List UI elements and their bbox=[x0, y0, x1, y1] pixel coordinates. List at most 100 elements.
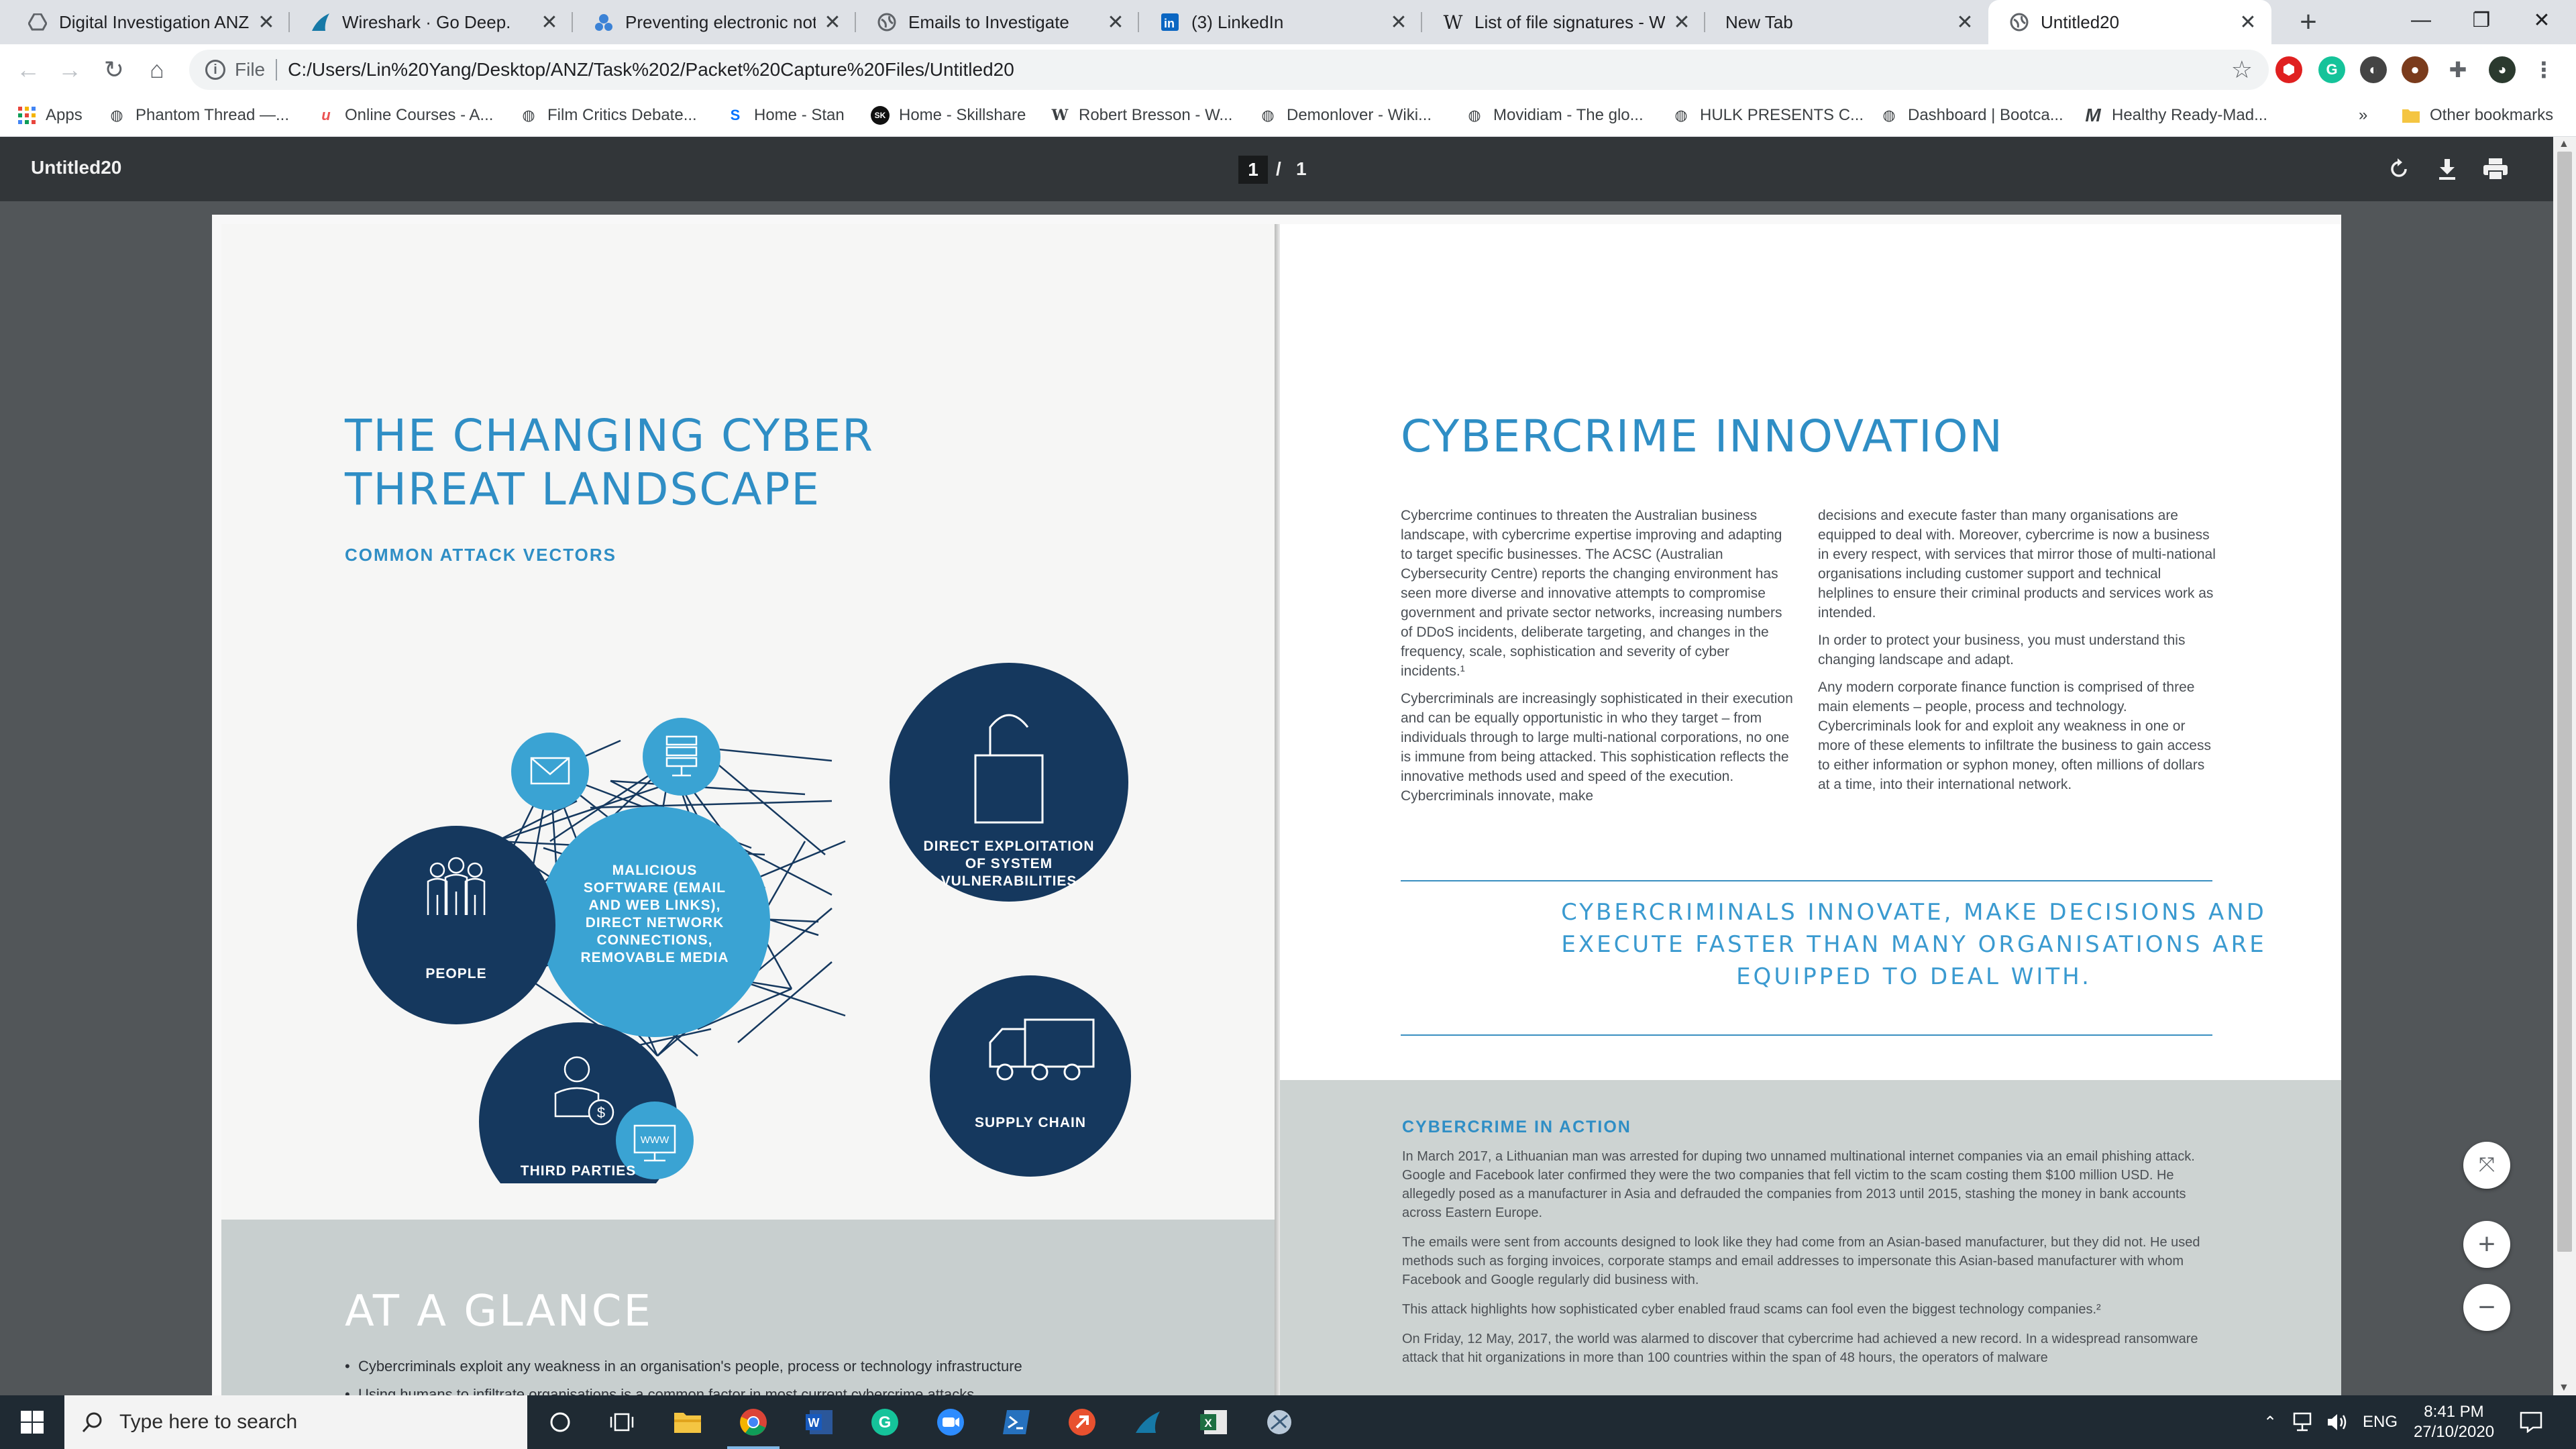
word-icon[interactable]: W bbox=[786, 1395, 852, 1449]
at-a-glance-panel: AT A GLANCE • Cybercriminals exploit any… bbox=[221, 1220, 1276, 1395]
bookmark-label: HULK PRESENTS C... bbox=[1700, 106, 1864, 124]
rotate-icon[interactable] bbox=[2383, 153, 2415, 185]
new-tab-button[interactable]: + bbox=[2293, 5, 2324, 38]
tab-preventing-notifications[interactable]: Preventing electronic notific ✕ bbox=[573, 0, 856, 44]
file-explorer-icon[interactable] bbox=[655, 1395, 720, 1449]
omnibox-divider bbox=[276, 59, 278, 80]
download-icon[interactable] bbox=[2431, 153, 2463, 185]
scrollbar-thumb[interactable] bbox=[2557, 152, 2572, 1252]
restore-button[interactable]: ❐ bbox=[2451, 0, 2512, 40]
scroll-down-arrow-icon[interactable]: ▼ bbox=[2559, 1382, 2569, 1394]
adblock-icon[interactable]: ⬢ bbox=[2275, 56, 2302, 83]
notifications-icon[interactable] bbox=[2520, 1395, 2542, 1449]
tab-emails-to-investigate[interactable]: Emails to Investigate ✕ bbox=[856, 0, 1139, 44]
grammarly-icon[interactable]: G bbox=[2318, 56, 2345, 83]
bookmark-movidiam[interactable]: ◍ Movidiam - The glo... bbox=[1465, 102, 1643, 129]
print-icon[interactable] bbox=[2479, 153, 2512, 185]
bookmark-film-critics[interactable]: ◍ Film Critics Debate... bbox=[519, 102, 696, 129]
other-bookmarks[interactable]: Other bookmarks bbox=[2402, 102, 2553, 129]
globe-icon: ◍ bbox=[1468, 107, 1481, 123]
tab-linkedin[interactable]: in (3) LinkedIn ✕ bbox=[1139, 0, 1422, 44]
tab-file-signatures[interactable]: W List of file signatures - Wiki ✕ bbox=[1422, 0, 1705, 44]
close-window-button[interactable]: ✕ bbox=[2512, 0, 2572, 40]
language-indicator[interactable]: ENG bbox=[2363, 1395, 2398, 1449]
grammarly-icon[interactable]: G bbox=[852, 1395, 918, 1449]
bookmark-skillshare[interactable]: SK Home - Skillshare bbox=[871, 102, 1026, 129]
pull-quote-line3: EQUIPPED TO DEAL WITH. bbox=[1736, 963, 2092, 990]
avatar[interactable]: ◕ bbox=[2489, 56, 2516, 83]
tray-overflow-icon[interactable]: ⌃ bbox=[2263, 1395, 2277, 1449]
close-icon[interactable]: ✕ bbox=[1672, 11, 1692, 34]
bullet-icon: • bbox=[345, 1358, 358, 1375]
zoom-in-button[interactable]: + bbox=[2463, 1221, 2510, 1268]
tab-new-tab[interactable]: New Tab ✕ bbox=[1705, 0, 1988, 44]
excel-xml-icon[interactable]: X bbox=[1181, 1395, 1246, 1449]
taskbar-search[interactable]: Type here to search bbox=[64, 1395, 527, 1449]
close-icon[interactable]: ✕ bbox=[539, 11, 559, 34]
chrome-icon[interactable] bbox=[720, 1395, 786, 1449]
snipping-tool-icon[interactable] bbox=[1246, 1395, 1312, 1449]
zoom-icon[interactable] bbox=[918, 1395, 983, 1449]
fit-to-page-button[interactable]: ⤧ bbox=[2463, 1142, 2510, 1189]
taskbar-clock[interactable]: 8:41 PM 27/10/2020 bbox=[2407, 1402, 2501, 1442]
bookmarks-overflow-button[interactable]: » bbox=[2359, 102, 2367, 129]
volume-icon[interactable] bbox=[2326, 1395, 2349, 1449]
supply-chain-label: SUPPLY CHAIN bbox=[975, 1115, 1086, 1130]
zoom-out-button[interactable]: − bbox=[2463, 1284, 2510, 1331]
menu-kebab-icon[interactable]: ⋮ bbox=[2530, 56, 2557, 83]
home-button[interactable]: ⌂ bbox=[141, 54, 173, 86]
forward-button[interactable]: → bbox=[54, 54, 86, 86]
powershell-icon[interactable] bbox=[983, 1395, 1049, 1449]
close-icon[interactable]: ✕ bbox=[822, 11, 843, 34]
cortana-icon[interactable] bbox=[527, 1395, 593, 1449]
bookmark-star-icon[interactable]: ☆ bbox=[2231, 56, 2253, 84]
page-number-input[interactable]: 1 bbox=[1238, 156, 1268, 184]
bookmark-phantom-thread[interactable]: ◍ Phantom Thread —... bbox=[107, 102, 289, 129]
m-logo-icon: M bbox=[2085, 105, 2101, 125]
back-button[interactable]: ← bbox=[12, 54, 44, 86]
url-scheme: File bbox=[235, 59, 266, 80]
cookie-icon[interactable]: ● bbox=[2402, 56, 2428, 83]
remote-desktop-icon[interactable] bbox=[1049, 1395, 1115, 1449]
bookmark-label: Robert Bresson - W... bbox=[1079, 106, 1233, 124]
puzzle-icon[interactable]: ✚ bbox=[2445, 56, 2471, 83]
start-button[interactable] bbox=[0, 1395, 64, 1449]
bookmark-dashboard-bootcamp[interactable]: ◍ Dashboard | Bootca... bbox=[1880, 102, 2063, 129]
scroll-up-arrow-icon[interactable]: ▲ bbox=[2559, 138, 2569, 150]
network-icon[interactable] bbox=[2293, 1395, 2316, 1449]
glance-item-text: Using humans to infiltrate organisations… bbox=[358, 1386, 975, 1395]
tab-digital-investigation[interactable]: Digital Investigation ANZ - ✕ bbox=[7, 0, 290, 44]
info-icon[interactable]: i bbox=[205, 60, 225, 80]
support-icon bbox=[593, 11, 614, 33]
bookmark-robert-bresson[interactable]: W Robert Bresson - W... bbox=[1051, 102, 1233, 129]
tab-untitled20[interactable]: Untitled20 ✕ bbox=[1988, 0, 2271, 44]
tab-wireshark[interactable]: Wireshark · Go Deep. ✕ bbox=[290, 0, 573, 44]
close-icon[interactable]: ✕ bbox=[1389, 11, 1409, 34]
bookmark-hulk-presents[interactable]: ◍ HULK PRESENTS C... bbox=[1672, 102, 1864, 129]
extension-icon[interactable]: ◐ bbox=[2360, 56, 2387, 83]
close-icon[interactable]: ✕ bbox=[1106, 11, 1126, 34]
col1-paragraph-1: Cybercrime continues to threaten the Aus… bbox=[1401, 508, 1782, 679]
wireshark-icon[interactable] bbox=[1115, 1395, 1181, 1449]
body-column-2: decisions and execute faster than many o… bbox=[1818, 506, 2216, 802]
close-icon[interactable]: ✕ bbox=[1955, 11, 1975, 34]
clock-time: 8:41 PM bbox=[2424, 1403, 2484, 1421]
globe-icon: ◍ bbox=[522, 107, 535, 123]
close-icon[interactable]: ✕ bbox=[256, 11, 276, 34]
url-text[interactable]: C:/Users/Lin%20Yang/Desktop/ANZ/Task%202… bbox=[288, 59, 2231, 80]
close-icon[interactable]: ✕ bbox=[2238, 11, 2258, 34]
address-bar[interactable]: i File C:/Users/Lin%20Yang/Desktop/ANZ/T… bbox=[189, 50, 2269, 90]
tab-title: New Tab bbox=[1725, 11, 1793, 32]
bookmarks-bar: Apps ◍ Phantom Thread —... u Online Cour… bbox=[0, 95, 2576, 137]
bookmark-label: Dashboard | Bootca... bbox=[1908, 106, 2063, 124]
task-view-icon[interactable] bbox=[589, 1395, 655, 1449]
vertical-scrollbar[interactable]: ▲ ▼ bbox=[2553, 137, 2576, 1395]
reload-button[interactable]: ↻ bbox=[98, 54, 130, 86]
bookmark-demonlover[interactable]: ◍ Demonlover - Wiki... bbox=[1258, 102, 1432, 129]
bookmark-healthy-ready-made[interactable]: M Healthy Ready-Mad... bbox=[2084, 102, 2267, 129]
page-separator: / bbox=[1276, 158, 1281, 179]
minimize-button[interactable]: — bbox=[2391, 0, 2451, 40]
bookmark-stan[interactable]: S Home - Stan bbox=[726, 102, 845, 129]
bookmark-online-courses[interactable]: u Online Courses - A... bbox=[317, 102, 493, 129]
bookmark-apps[interactable]: Apps bbox=[17, 102, 83, 129]
